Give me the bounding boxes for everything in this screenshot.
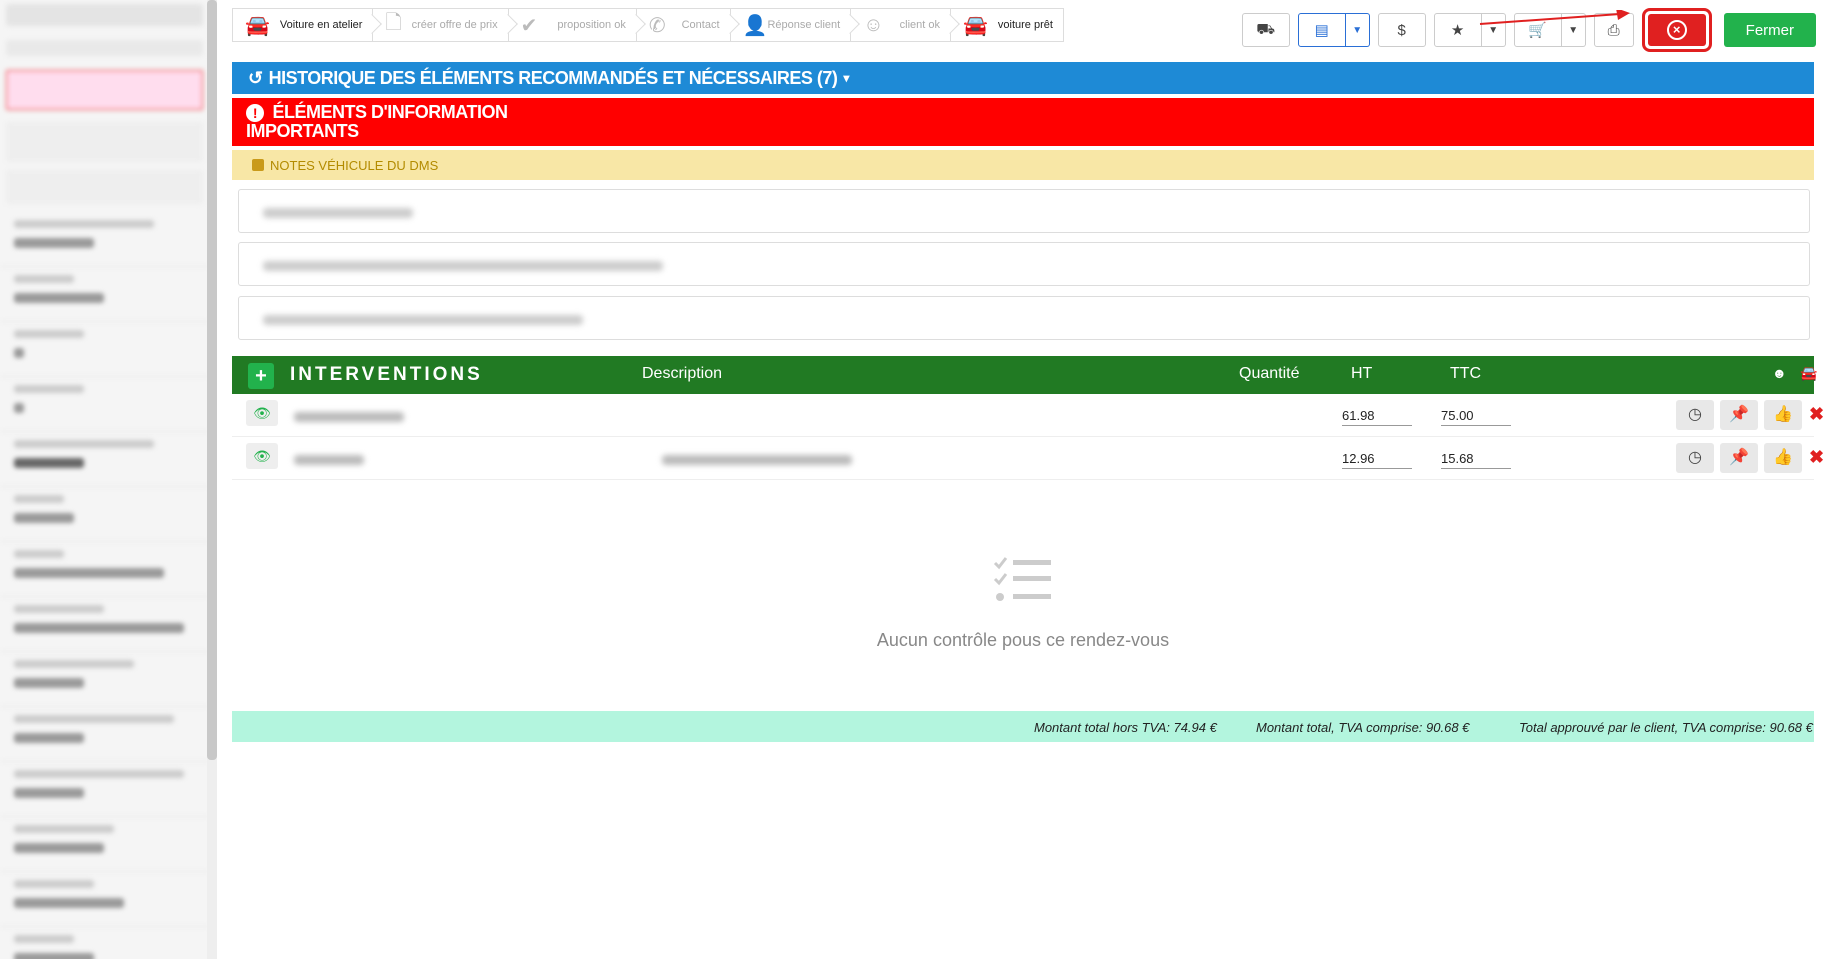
step-creer-offre[interactable]: 🗋 créer offre de prix xyxy=(372,8,518,42)
sidebar-scrollbar-thumb[interactable] xyxy=(207,0,217,760)
important-info-header: ! ÉLÉMENTS D'INFORMATION IMPORTANTS xyxy=(232,98,1814,146)
phone-icon: ✆ xyxy=(648,14,666,37)
car-search-icon: ⛟ xyxy=(1256,20,1276,38)
smile-icon: ☺ xyxy=(863,13,884,36)
fermer-button[interactable]: Fermer xyxy=(1723,13,1816,47)
info-title-line1: ÉLÉMENTS D'INFORMATION xyxy=(272,102,508,122)
ht-field[interactable]: 61.98 xyxy=(1342,408,1412,426)
eye-icon[interactable]: 👁 xyxy=(246,400,278,426)
car-icon: 🚘 xyxy=(1800,365,1818,381)
thumbs-up-button[interactable]: 👍 xyxy=(1764,443,1802,473)
empty-message: Aucun contrôle pous ce rendez-vous xyxy=(876,630,1170,650)
close-icon: × xyxy=(1666,20,1687,40)
step-voiture-pret[interactable]: 🚘 voiture prêt xyxy=(950,8,1064,42)
vehicle-note xyxy=(238,242,1810,286)
notes-title: NOTES VÉHICULE DU DMS xyxy=(270,157,439,173)
step-label: Contact xyxy=(681,19,720,31)
table-row: 👁 61.98 75.00 ◷ 📌 👍 ✖ xyxy=(232,394,1824,437)
eye-icon[interactable]: 👁 xyxy=(246,443,278,469)
document-button[interactable]: ▤ xyxy=(1297,13,1346,47)
document-split-button: ▤ ▼ xyxy=(1297,13,1370,47)
total-approved: Total approuvé par le client, TVA compri… xyxy=(1519,720,1813,735)
step-proposition-ok[interactable]: ✔ proposition ok xyxy=(507,8,646,42)
pin-button[interactable]: 📌 xyxy=(1720,400,1758,430)
row-label-blurred xyxy=(294,455,364,465)
price-button[interactable]: $ xyxy=(1377,13,1426,47)
step-label: créer offre de prix xyxy=(411,19,498,31)
col-ttc: TTC xyxy=(1450,365,1482,382)
ht-field[interactable]: 12.96 xyxy=(1342,451,1412,469)
interventions-title: INTERVENTIONS xyxy=(290,364,483,385)
col-description: Description xyxy=(642,365,723,382)
delete-icon[interactable]: ✖ xyxy=(1809,404,1824,425)
vehicle-note xyxy=(238,189,1810,233)
alert-icon: ! xyxy=(246,104,264,122)
close-highlight: × xyxy=(1641,8,1712,52)
chevron-down-icon: ▼ xyxy=(1352,24,1363,36)
total-ttc: Montant total, TVA comprise: 90.68 € xyxy=(1256,720,1470,735)
star-icon: ★ xyxy=(1450,22,1465,39)
document-icon: 🗋 xyxy=(385,12,402,34)
step-label: Voiture en atelier xyxy=(279,19,363,31)
interventions-header: + INTERVENTIONS Description Quantité HT … xyxy=(232,356,1818,394)
row-label-blurred xyxy=(294,412,404,422)
car-icon: 🚘 xyxy=(245,14,270,37)
step-contact[interactable]: ✆ Contact xyxy=(635,8,740,42)
checklist-icon xyxy=(993,557,1051,601)
historique-header[interactable]: ↺ HISTORIQUE DES ÉLÉMENTS RECOMMANDÉS ET… xyxy=(232,62,1814,94)
workflow-steps: 🚘 Voiture en atelier 🗋 créer offre de pr… xyxy=(232,8,1064,42)
vehicle-note xyxy=(238,296,1810,340)
check-icon: ✔ xyxy=(520,14,538,37)
document-icon: ▤ xyxy=(1314,22,1329,39)
step-label: proposition ok xyxy=(557,19,626,31)
main-panel: 🚘 Voiture en atelier 🗋 créer offre de pr… xyxy=(218,0,1824,959)
car-search-button[interactable]: ⛟ xyxy=(1241,13,1290,47)
total-ht: Montant total hors TVA: 74.94 € xyxy=(1034,720,1217,735)
ttc-field[interactable]: 75.00 xyxy=(1441,408,1511,426)
ttc-field[interactable]: 15.68 xyxy=(1441,451,1511,469)
step-client-ok[interactable]: ☺ client ok xyxy=(850,8,960,42)
document-dropdown-toggle[interactable]: ▼ xyxy=(1345,13,1370,47)
totals-bar: Montant total hors TVA: 74.94 € Montant … xyxy=(232,711,1814,742)
pin-button[interactable]: 📌 xyxy=(1720,443,1758,473)
thumbs-up-button[interactable]: 👍 xyxy=(1764,400,1802,430)
table-row: 👁 12.96 15.68 ◷ 📌 👍 ✖ xyxy=(232,437,1824,480)
car-icon: 🚘 xyxy=(963,14,988,37)
dollar-icon: $ xyxy=(1397,21,1406,39)
note-icon xyxy=(252,159,264,171)
col-quantite: Quantité xyxy=(1239,365,1300,382)
star-button[interactable]: ★ xyxy=(1433,13,1482,47)
step-label: Réponse client xyxy=(767,19,841,31)
delete-icon[interactable]: ✖ xyxy=(1809,447,1824,468)
smile-icon: ☻ xyxy=(1772,365,1787,381)
history-icon: ↺ xyxy=(248,67,263,88)
step-label: voiture prêt xyxy=(997,19,1053,31)
sidebar xyxy=(0,0,210,959)
step-voiture-en-atelier[interactable]: 🚘 Voiture en atelier xyxy=(232,8,383,42)
clock-button[interactable]: ◷ xyxy=(1676,400,1714,430)
notes-vehicule-header: NOTES VÉHICULE DU DMS xyxy=(232,150,1814,180)
step-reponse-client[interactable]: 👤 Réponse client xyxy=(729,8,861,42)
close-button[interactable]: × xyxy=(1647,14,1706,46)
annotation-arrow xyxy=(1479,10,1630,25)
add-intervention-button[interactable]: + xyxy=(248,363,274,389)
sidebar-content-blurred xyxy=(0,4,209,959)
step-label: client ok xyxy=(899,19,940,31)
row-description-blurred xyxy=(662,455,852,465)
chevron-down-icon: ▾ xyxy=(843,71,849,85)
col-ht: HT xyxy=(1351,365,1373,382)
empty-state: Aucun contrôle pous ce rendez-vous xyxy=(232,555,1814,651)
clock-button[interactable]: ◷ xyxy=(1676,443,1714,473)
user-check-icon: 👤 xyxy=(742,14,768,37)
historique-title: HISTORIQUE DES ÉLÉMENTS RECOMMANDÉS ET N… xyxy=(268,67,838,88)
info-title-line2: IMPORTANTS xyxy=(246,121,359,141)
